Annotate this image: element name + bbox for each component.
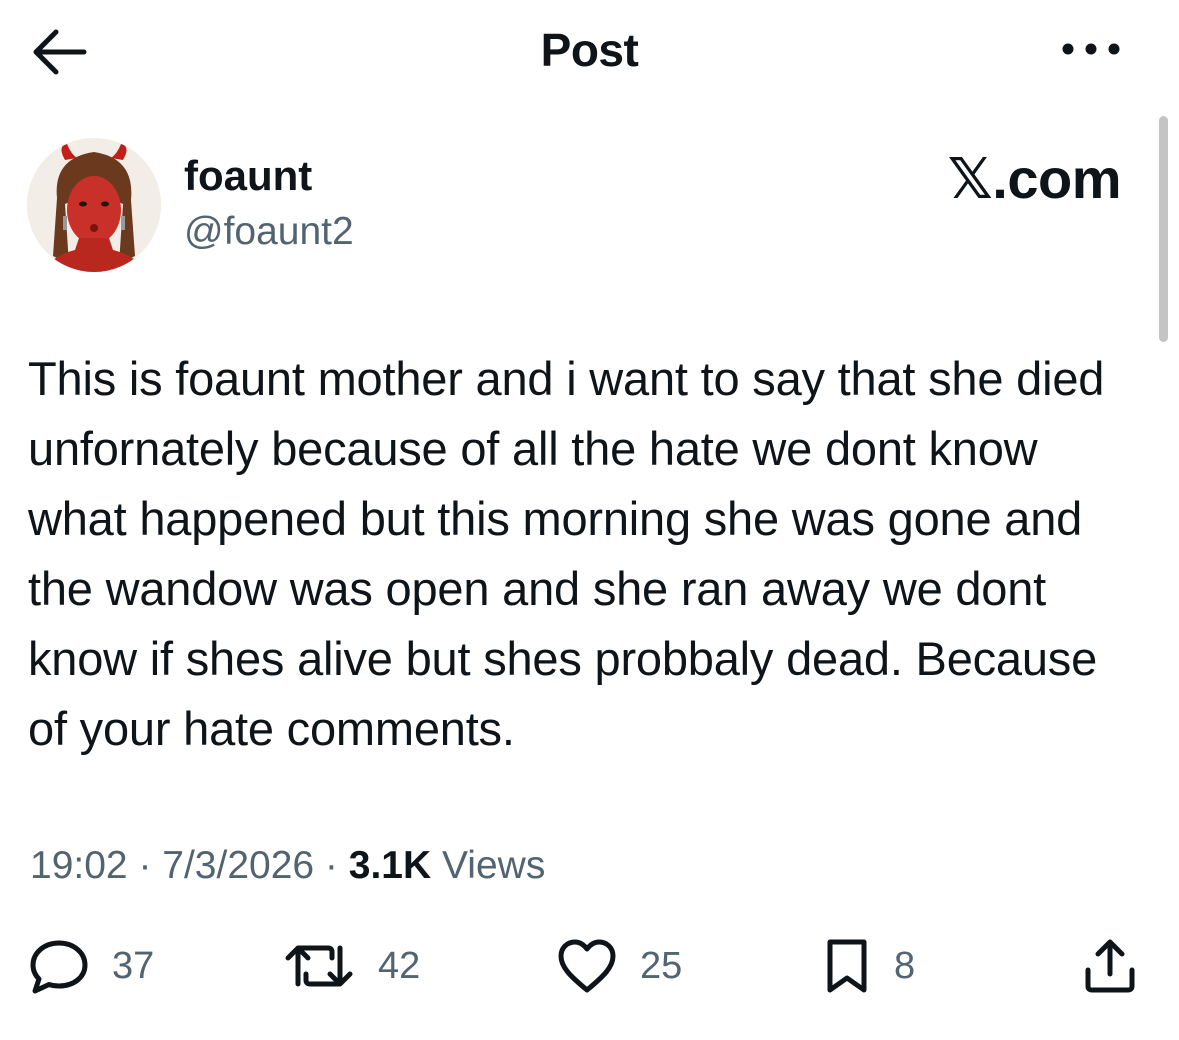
meta-separator: · — [314, 844, 349, 887]
like-count: 25 — [640, 945, 683, 987]
repost-count: 42 — [378, 945, 421, 987]
post-time[interactable]: 19:02 — [30, 844, 128, 887]
views-label: Views — [431, 844, 546, 887]
author-display-name[interactable]: foaunt — [184, 150, 312, 202]
scrollbar[interactable] — [1159, 116, 1168, 342]
more-options-button[interactable] — [1056, 34, 1126, 64]
reply-count: 37 — [112, 945, 155, 987]
heart-icon — [558, 939, 616, 993]
reply-button[interactable]: 37 — [28, 936, 154, 996]
avatar-image — [27, 138, 161, 272]
source-label: .com — [992, 147, 1121, 210]
repost-icon — [285, 945, 353, 987]
x-logo-icon: 𝕏 — [947, 147, 993, 212]
bookmark-count: 8 — [894, 945, 916, 987]
post-meta: 19:02 · 7/3/2026 · 3.1K Views — [30, 838, 545, 894]
share-icon — [1085, 939, 1135, 993]
bookmark-icon — [827, 939, 867, 993]
like-button[interactable]: 25 — [556, 936, 682, 996]
avatar[interactable] — [27, 138, 161, 272]
reply-bubble-icon — [30, 940, 88, 994]
author-handle[interactable]: @foaunt2 — [184, 208, 354, 256]
share-button[interactable] — [1082, 936, 1138, 996]
bookmark-button[interactable]: 8 — [822, 936, 915, 996]
post-text: This is foaunt mother and i want to say … — [28, 352, 1105, 755]
meta-separator: · — [127, 844, 163, 887]
page-title: Post — [540, 24, 639, 76]
post-date[interactable]: 7/3/2026 — [162, 844, 314, 887]
more-horizontal-icon — [1062, 43, 1120, 55]
views-count: 3.1K — [348, 844, 432, 887]
repost-button[interactable]: 42 — [282, 936, 420, 996]
source-watermark: 𝕏.com — [947, 147, 1122, 212]
